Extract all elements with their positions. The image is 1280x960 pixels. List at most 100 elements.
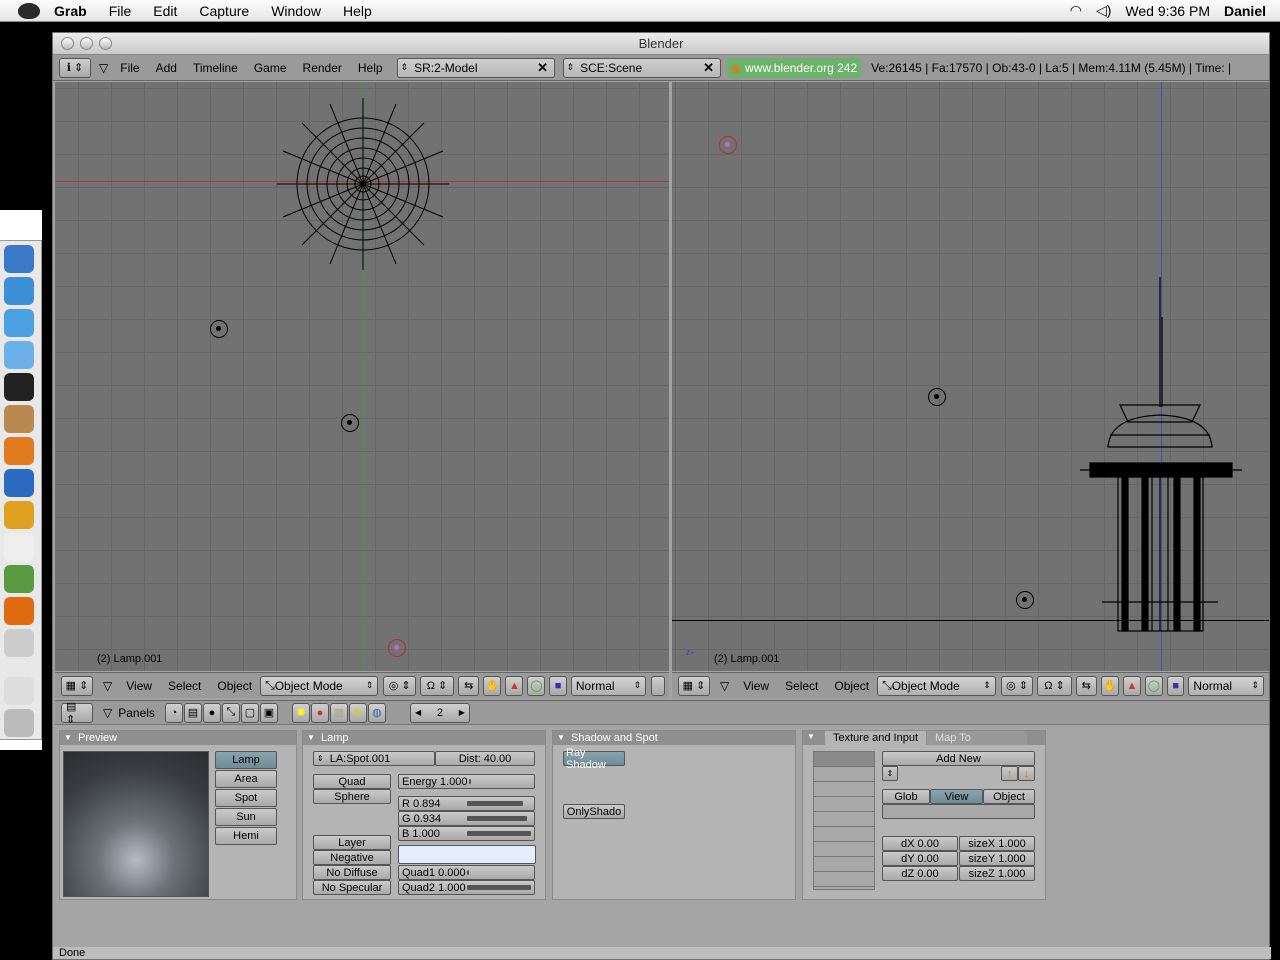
info-menu-timeline[interactable]: Timeline — [193, 61, 238, 75]
x11-icon[interactable] — [4, 533, 34, 561]
frame-number-field[interactable]: ◀ 2 ▶ — [409, 702, 470, 723]
orientation-selector[interactable]: Normal ⇕ — [1188, 675, 1265, 696]
view-menu[interactable]: View — [126, 679, 152, 693]
sphere-button[interactable]: Sphere — [313, 789, 391, 804]
green-slider[interactable]: G 0.934 — [398, 811, 535, 826]
terminal-icon[interactable] — [4, 373, 34, 401]
transform-widget-toggle[interactable]: ⇆ — [458, 675, 480, 696]
logic-context-icon[interactable]: ◔ — [164, 702, 183, 723]
object-menu[interactable]: Object — [217, 679, 252, 693]
negative-button[interactable]: Negative — [313, 850, 391, 865]
dz-field[interactable]: dZ 0.00 — [882, 866, 958, 881]
texture-channel-active[interactable] — [814, 752, 874, 766]
app-s-icon[interactable] — [4, 501, 34, 529]
lamp-type-sun[interactable]: Sun — [215, 808, 277, 826]
menu-help[interactable]: Help — [343, 3, 372, 19]
transform-widget-toggle[interactable]: ⇆ — [1075, 675, 1097, 696]
object-menu[interactable]: Object — [834, 679, 869, 693]
mode-selector[interactable]: ⤡ Object Mode ⇕ — [260, 675, 379, 696]
panel-title[interactable]: Shadow and Spot — [553, 731, 795, 745]
script-context-icon[interactable]: ▤ — [183, 702, 202, 723]
lamp-object[interactable] — [1016, 591, 1034, 609]
itunes-icon[interactable] — [4, 341, 34, 369]
orientation-selector[interactable]: Normal ⇕ — [570, 675, 647, 696]
menu-file[interactable]: File — [109, 3, 132, 19]
sizey-field[interactable]: sizeY 1.000 — [959, 851, 1035, 866]
zoom-window-button[interactable] — [99, 37, 112, 50]
lamp-type-hemi[interactable]: Hemi — [215, 827, 277, 845]
collapse-triangle-icon[interactable]: ▽ — [103, 679, 112, 693]
sizex-field[interactable]: sizeX 1.000 — [959, 836, 1035, 851]
info-menu-game[interactable]: Game — [254, 61, 287, 75]
3d-viewport-left[interactable]: ⌐ (2) Lamp.001 — [55, 82, 669, 671]
collapse-triangle-icon[interactable]: ▽ — [99, 61, 108, 75]
view-button[interactable]: View — [930, 789, 983, 804]
info-menu-help[interactable]: Help — [358, 61, 383, 75]
wire-sphere-object[interactable] — [275, 96, 451, 272]
dx-field[interactable]: dX 0.00 — [882, 836, 958, 851]
safari-icon[interactable] — [4, 277, 34, 305]
paste-texture-icon[interactable]: ↓ — [1018, 766, 1035, 781]
lamp-object[interactable] — [928, 388, 946, 406]
translate-icon[interactable]: ▲ — [505, 675, 524, 696]
no-diffuse-button[interactable]: No Diffuse — [313, 865, 391, 880]
red-slider[interactable]: R 0.894 — [398, 796, 535, 811]
no-specular-button[interactable]: No Specular — [313, 880, 391, 895]
messenger-icon[interactable] — [4, 309, 34, 337]
texture-browse-icon[interactable]: ⇕ — [882, 766, 898, 781]
texture-buttons-icon[interactable]: ▩ — [329, 702, 348, 723]
layer-toggle[interactable] — [651, 675, 665, 696]
draw-type-selector[interactable]: ◎ ⇕ — [1000, 675, 1034, 696]
blue-slider[interactable]: B 1.000 — [398, 826, 535, 841]
scene-selector[interactable]: ⇕ SCE:Scene ✕ — [562, 57, 721, 78]
scale-icon[interactable]: ■ — [549, 675, 567, 696]
hand-icon[interactable]: ✋ — [483, 675, 502, 696]
tab-texture-input[interactable]: Texture and Input — [825, 731, 927, 745]
world-buttons-icon[interactable]: ◍ — [367, 702, 386, 723]
copy-texture-icon[interactable]: ↑ — [1001, 766, 1018, 781]
firefox-icon[interactable] — [4, 597, 34, 625]
lamp-object[interactable] — [341, 414, 359, 432]
wifi-icon[interactable]: ◠ — [1070, 2, 1082, 19]
quad1-slider[interactable]: Quad1 0.000 — [398, 865, 535, 880]
rotate-icon[interactable]: ◯ — [527, 675, 546, 696]
object-button[interactable]: Object — [983, 789, 1035, 804]
energy-slider[interactable]: Energy 1.000 — [398, 774, 535, 789]
rotate-icon[interactable]: ◯ — [1144, 675, 1163, 696]
screen-delete-icon[interactable]: ✕ — [535, 60, 551, 76]
panel-title[interactable]: Lamp — [303, 731, 545, 745]
lamp-datablock-field[interactable]: ⇕ LA:Spot.001 — [313, 751, 435, 766]
apple-icon[interactable] — [18, 2, 40, 19]
info-menu-file[interactable]: File — [120, 61, 139, 75]
lamp-type-lamp[interactable]: Lamp — [215, 751, 277, 769]
shading-context-icon[interactable]: ● — [202, 702, 221, 723]
window-type-icon[interactable]: ℹ ⇕ — [59, 57, 91, 78]
object-name-field[interactable] — [882, 804, 1035, 819]
select-menu[interactable]: Select — [168, 679, 201, 693]
screen-selector[interactable]: ⇕ SR:2-Model ✕ — [396, 57, 555, 78]
utility-icon[interactable] — [4, 629, 34, 657]
add-new-texture-button[interactable]: Add New — [882, 751, 1035, 766]
ray-shadow-toggle[interactable]: Ray Shadow — [563, 747, 625, 771]
minimize-window-button[interactable] — [80, 37, 93, 50]
menu-app-grab[interactable]: Grab — [54, 3, 87, 19]
translate-icon[interactable]: ▲ — [1122, 675, 1141, 696]
object-context-icon[interactable]: ⤡ — [221, 702, 240, 723]
radiosity-buttons-icon[interactable]: ☢ — [348, 702, 367, 723]
word-icon[interactable] — [4, 469, 34, 497]
info-menu-add[interactable]: Add — [156, 61, 177, 75]
collapse-triangle-icon[interactable]: ▽ — [103, 706, 112, 720]
menu-edit[interactable]: Edit — [153, 3, 177, 19]
finder-icon[interactable] — [4, 245, 34, 273]
3d-viewport-right[interactable]: z⌐ (2) Lamp.001 — [672, 82, 1269, 671]
glob-button[interactable]: Glob — [882, 789, 930, 804]
layer-button[interactable]: Layer — [313, 835, 391, 850]
window-type-icon[interactable]: ▦ ⇕ — [61, 675, 93, 696]
gimp-icon[interactable] — [4, 405, 34, 433]
scene-delete-icon[interactable]: ✕ — [701, 60, 717, 76]
scale-icon[interactable]: ■ — [1166, 675, 1185, 696]
dist-field[interactable]: Dist: 40.00 — [435, 751, 535, 766]
view-menu[interactable]: View — [743, 679, 769, 693]
close-window-button[interactable] — [61, 37, 74, 50]
hand-icon[interactable]: ✋ — [1100, 675, 1119, 696]
